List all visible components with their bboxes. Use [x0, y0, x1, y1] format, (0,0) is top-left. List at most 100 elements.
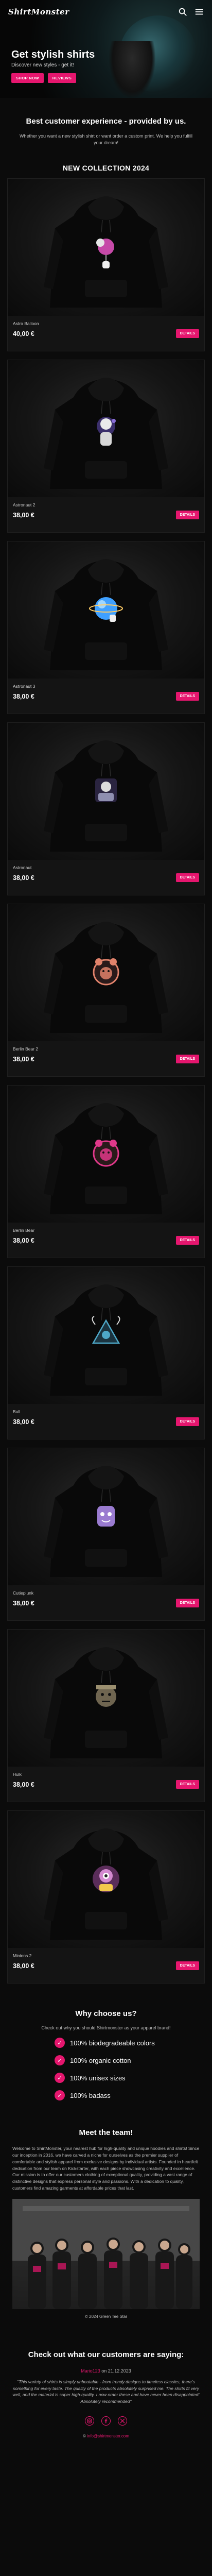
feature-item: ✓ 100% organic cotton	[12, 2055, 200, 2066]
feature-text: 100% biodegradeable colors	[70, 2039, 155, 2047]
product-price-row: 38,00 € DETAILS	[8, 870, 204, 883]
product-card[interactable]: Bull 38,00 € DETAILS	[7, 1266, 205, 1440]
why-lead: Check out why you should Shirtmonster as…	[41, 2025, 171, 2031]
reviewer-name: Mario123	[81, 2368, 100, 2374]
product-card[interactable]: Hulk 38,00 € DETAILS	[7, 1629, 205, 1803]
feature-text: 100% unisex sizes	[70, 2074, 126, 2082]
product-image[interactable]	[8, 1086, 204, 1223]
feature-item: ✓ 100% unisex sizes	[12, 2073, 200, 2083]
product-price: 38,00 €	[13, 1418, 34, 1426]
product-price: 38,00 €	[13, 1781, 34, 1788]
product-image[interactable]	[8, 1267, 204, 1404]
product-card[interactable]: Berlin Bear 38,00 € DETAILS	[7, 1085, 205, 1259]
product-image[interactable]	[8, 904, 204, 1042]
product-image[interactable]	[8, 541, 204, 679]
footer-email-link[interactable]: info@shirtmonster.com	[87, 2434, 129, 2438]
review-date: on 21.12.2023	[100, 2368, 131, 2374]
hero-title: Get stylish shirts	[11, 49, 95, 60]
product-name: Berlin Bear	[13, 1228, 35, 1233]
product-price-row: 38,00 € DETAILS	[8, 507, 204, 520]
details-button[interactable]: DETAILS	[175, 692, 199, 701]
feature-list: ✓ 100% biodegradeable colors ✓ 100% organic…	[12, 2038, 200, 2101]
product-image[interactable]	[8, 179, 204, 316]
instagram-icon[interactable]	[85, 2416, 94, 2426]
product-image[interactable]	[8, 1630, 204, 1767]
details-button[interactable]: DETAILS	[175, 873, 199, 883]
product-price: 38,00 €	[13, 511, 34, 519]
reviews-title: Check out what our customers are saying:	[28, 2350, 184, 2359]
twitter-icon[interactable]	[118, 2416, 127, 2426]
product-name: Hulk	[13, 1772, 22, 1777]
details-button[interactable]: DETAILS	[175, 1236, 199, 1245]
reviews-section: Check out what our customers are saying:…	[0, 2319, 212, 2454]
hamburger-menu-icon[interactable]	[195, 7, 204, 16]
product-card[interactable]: Minions 2 38,00 € DETAILS	[7, 1810, 205, 1984]
hero-subtitle: Discover new styles - get it!	[11, 62, 74, 68]
social-links	[12, 2416, 200, 2426]
footer-info: © info@shirtmonster.com	[12, 2434, 200, 2438]
product-price-row: 38,00 € DETAILS	[8, 1596, 204, 1608]
product-price-row: 38,00 € DETAILS	[8, 1052, 204, 1064]
product-price-row: 38,00 € DETAILS	[8, 689, 204, 701]
product-price: 38,00 €	[13, 692, 34, 700]
product-price: 38,00 €	[13, 874, 34, 882]
details-button[interactable]: DETAILS	[175, 1599, 199, 1608]
product-price: 40,00 €	[13, 330, 34, 337]
product-image[interactable]	[8, 723, 204, 860]
product-price-row: 38,00 € DETAILS	[8, 1233, 204, 1245]
checkmark-icon: ✓	[55, 2055, 65, 2066]
product-price: 38,00 €	[13, 1236, 34, 1244]
feature-item: ✓ 100% biodegradeable colors	[12, 2038, 200, 2048]
product-price: 38,00 €	[13, 1599, 34, 1607]
intro-section: Best customer experience - provided by u…	[0, 98, 212, 162]
product-price-row: 38,00 € DETAILS	[8, 1958, 204, 1971]
feature-text: 100% organic cotton	[70, 2056, 131, 2064]
product-image[interactable]	[8, 1811, 204, 1948]
why-title: Why choose us?	[75, 2009, 137, 2019]
team-section: Meet the team! Welcome to ShirtMonster, …	[0, 2111, 212, 2319]
reviews-button[interactable]: REVIEWS	[47, 73, 77, 83]
product-price: 38,00 €	[13, 1055, 34, 1063]
search-icon[interactable]	[178, 7, 187, 16]
product-image[interactable]	[8, 1448, 204, 1586]
facebook-icon[interactable]	[101, 2416, 111, 2426]
team-photo	[12, 2198, 200, 2309]
product-card[interactable]: Astronaut 38,00 € DETAILS	[7, 722, 205, 896]
checkmark-icon: ✓	[55, 2038, 65, 2048]
product-card[interactable]: Berlin Bear 2 38,00 € DETAILS	[7, 904, 205, 1077]
checkmark-icon: ✓	[55, 2073, 65, 2083]
product-list: Astro Balloon 40,00 € DETAILS Astronaut 23…	[0, 178, 212, 1984]
details-button[interactable]: DETAILS	[175, 511, 199, 520]
collection-title: NEW COLLECTION 2024	[62, 164, 150, 173]
product-card[interactable]: Astronaut 3 38,00 € DETAILS	[7, 541, 205, 715]
team-title: Meet the team!	[79, 2128, 133, 2138]
hero-buttons: SHOP NOW REVIEWS	[11, 73, 95, 83]
team-text: Welcome to ShirtMonster, your nearest hu…	[12, 2146, 200, 2191]
details-button[interactable]: DETAILS	[175, 1961, 199, 1971]
checkmark-icon: ✓	[55, 2090, 65, 2101]
site-header: ShirtMonster	[0, 0, 212, 24]
details-button[interactable]: DETAILS	[175, 1055, 199, 1064]
details-button[interactable]: DETAILS	[175, 1417, 199, 1427]
product-card[interactable]: Astronaut 2 38,00 € DETAILS	[7, 360, 205, 533]
product-name: Berlin Bear 2	[13, 1046, 39, 1052]
feature-text: 100% badass	[70, 2091, 111, 2099]
details-button[interactable]: DETAILS	[175, 1780, 199, 1789]
product-name: Astronaut 2	[13, 502, 36, 508]
hero-content: Get stylish shirts Discover new styles -…	[11, 48, 95, 83]
site-logo[interactable]: ShirtMonster	[8, 7, 69, 16]
intro-title: Best customer experience - provided by u…	[26, 117, 186, 126]
shop-now-button[interactable]: SHOP NOW	[11, 73, 44, 83]
why-section: Why choose us? Check out why you should …	[0, 2004, 212, 2111]
details-button[interactable]: DETAILS	[175, 329, 199, 338]
product-card[interactable]: Astro Balloon 40,00 € DETAILS	[7, 178, 205, 352]
product-name: Astronaut	[13, 865, 32, 871]
product-image[interactable]	[8, 360, 204, 498]
product-name: Minions 2	[13, 1953, 32, 1959]
intro-text: Whether you want a new stylish shirt or …	[20, 133, 192, 146]
team-caption: © 2024 Green Tee Star	[84, 2314, 128, 2319]
footer-prefix: ©	[82, 2433, 87, 2438]
review-text: "This variety of shirts is simply unbeat…	[12, 2379, 200, 2404]
product-price: 38,00 €	[13, 1962, 34, 1970]
product-card[interactable]: Cutieplunk 38,00 € DETAILS	[7, 1448, 205, 1621]
